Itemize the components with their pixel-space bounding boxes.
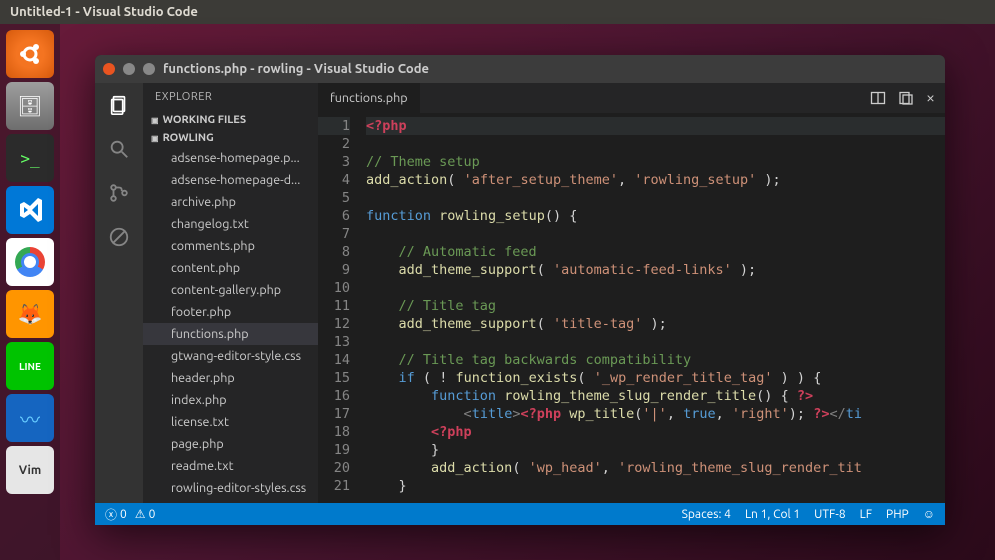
explorer-sidebar: EXPLORER ▣ WORKING FILES ▣ ROWLING adsen… — [143, 83, 318, 503]
file-item[interactable]: index.php — [143, 389, 318, 411]
launcher-ubuntu-icon[interactable] — [6, 30, 54, 78]
status-language[interactable]: PHP — [886, 508, 909, 521]
file-item[interactable]: content.php — [143, 257, 318, 279]
file-item[interactable]: rowling-editor-styles.css — [143, 477, 318, 499]
file-item[interactable]: adsense-homepage.p... — [143, 147, 318, 169]
launcher-terminal-icon[interactable]: >_ — [6, 134, 54, 182]
code-editor[interactable]: 123456789101112131415161718192021 <?php … — [318, 113, 945, 503]
vscode-window: functions.php - rowling - Visual Studio … — [95, 55, 945, 525]
status-errors[interactable]: ⓧ 0 — [105, 506, 127, 523]
warning-icon: ⚠ — [135, 507, 146, 521]
section-working-files[interactable]: ▣ WORKING FILES — [143, 111, 318, 129]
window-close-button[interactable] — [103, 63, 115, 75]
file-item[interactable]: comments.php — [143, 235, 318, 257]
status-eol[interactable]: LF — [860, 508, 872, 521]
section-folder[interactable]: ▣ ROWLING — [143, 129, 318, 147]
launcher-chrome-icon[interactable] — [6, 238, 54, 286]
status-warnings[interactable]: ⚠ 0 — [135, 507, 156, 521]
activity-explorer-icon[interactable] — [107, 93, 131, 117]
file-item[interactable]: license.txt — [143, 411, 318, 433]
window-title: functions.php - rowling - Visual Studio … — [163, 62, 429, 76]
launcher-vscode-icon[interactable] — [6, 186, 54, 234]
tab-bar: functions.php × — [318, 83, 945, 113]
file-item[interactable]: adsense-homepage-d... — [143, 169, 318, 191]
more-actions-icon[interactable] — [898, 90, 914, 106]
file-item[interactable]: content-gallery.php — [143, 279, 318, 301]
chevron-down-icon: ▣ — [151, 134, 159, 143]
activity-bar — [95, 83, 143, 503]
status-encoding[interactable]: UTF-8 — [814, 508, 845, 521]
line-gutter: 123456789101112131415161718192021 — [318, 113, 358, 503]
editor-actions: × — [860, 83, 945, 113]
file-list: adsense-homepage.p...adsense-homepage-d.… — [143, 147, 318, 499]
unity-launcher: 🗄 >_ 🦊 LINE 〰 Vim — [0, 24, 60, 560]
status-feedback-icon[interactable]: ☺ — [923, 507, 935, 521]
launcher-files-icon[interactable]: 🗄 — [6, 82, 54, 130]
launcher-sysmonitor-icon[interactable]: 〰 — [6, 394, 54, 442]
status-spaces[interactable]: Spaces: 4 — [682, 508, 731, 521]
close-tab-icon[interactable]: × — [926, 89, 935, 107]
activity-search-icon[interactable] — [107, 137, 131, 161]
launcher-firefox-icon[interactable]: 🦊 — [6, 290, 54, 338]
split-editor-icon[interactable] — [870, 90, 886, 106]
tab-functions-php[interactable]: functions.php — [318, 83, 421, 113]
file-item[interactable]: changelog.txt — [143, 213, 318, 235]
editor-area: functions.php × 123456789101112131415161… — [318, 83, 945, 503]
menubar-title: Untitled-1 - Visual Studio Code — [10, 5, 198, 19]
activity-debug-icon[interactable] — [107, 225, 131, 249]
file-item[interactable]: functions.php — [143, 323, 318, 345]
launcher-vim-icon[interactable]: Vim — [6, 446, 54, 494]
file-item[interactable]: header.php — [143, 367, 318, 389]
sidebar-header: EXPLORER — [143, 83, 318, 111]
status-cursor[interactable]: Ln 1, Col 1 — [745, 508, 800, 521]
file-item[interactable]: page.php — [143, 433, 318, 455]
status-bar: ⓧ 0 ⚠ 0 Spaces: 4 Ln 1, Col 1 UTF-8 LF P… — [95, 503, 945, 525]
vscode-titlebar[interactable]: functions.php - rowling - Visual Studio … — [95, 55, 945, 83]
launcher-line-icon[interactable]: LINE — [6, 342, 54, 390]
code-content[interactable]: <?php // Theme setupadd_action( 'after_s… — [358, 113, 945, 503]
window-minimize-button[interactable] — [123, 63, 135, 75]
file-item[interactable]: archive.php — [143, 191, 318, 213]
error-icon: ⓧ — [105, 506, 117, 523]
activity-git-icon[interactable] — [107, 181, 131, 205]
file-item[interactable]: readme.txt — [143, 455, 318, 477]
chevron-down-icon: ▣ — [151, 116, 159, 125]
file-item[interactable]: gtwang-editor-style.css — [143, 345, 318, 367]
file-item[interactable]: footer.php — [143, 301, 318, 323]
desktop-menubar: Untitled-1 - Visual Studio Code — [0, 0, 995, 24]
window-maximize-button[interactable] — [143, 63, 155, 75]
